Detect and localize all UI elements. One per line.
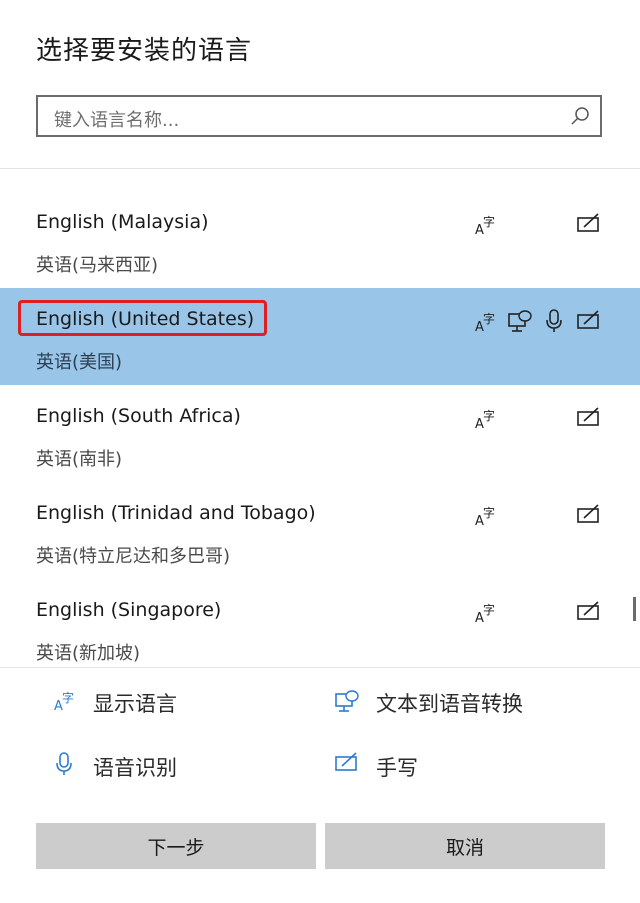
handwriting-icon — [577, 601, 599, 620]
text-to-speech-icon — [335, 690, 359, 712]
language-native-name: 英语(南非) — [36, 449, 123, 470]
display-language-icon: A 字 — [475, 214, 495, 238]
language-item-english-malaysia[interactable]: English (Malaysia) 英语(马来西亚) A 字 — [0, 191, 640, 288]
handwriting-icon — [577, 213, 599, 232]
language-name: English (Malaysia) — [36, 211, 209, 233]
handwriting-icon — [577, 310, 599, 329]
scrollbar-thumb[interactable] — [633, 597, 636, 621]
language-item-english-south-africa[interactable]: English (South Africa) 英语(南非) A 字 — [0, 385, 640, 482]
svg-text:字: 字 — [483, 505, 495, 520]
list-bottom-divider — [0, 667, 640, 668]
microphone-icon — [546, 309, 562, 332]
language-search-input[interactable]: 键入语言名称... — [36, 95, 602, 137]
svg-text:字: 字 — [483, 602, 495, 617]
language-native-name: 英语(美国) — [36, 352, 123, 373]
svg-text:字: 字 — [483, 311, 495, 326]
language-name: English (United States) — [36, 308, 255, 330]
legend-display-language: 显示语言 — [93, 692, 177, 716]
choose-language-dialog: 选择要安装的语言 键入语言名称... English (Malaysia) 英语… — [0, 0, 640, 903]
legend-text-to-speech: 文本到语音转换 — [376, 692, 523, 716]
svg-text:字: 字 — [483, 408, 495, 423]
language-native-name: 英语(新加坡) — [36, 643, 141, 664]
cancel-button[interactable]: 取消 — [325, 823, 605, 869]
text-to-speech-icon — [508, 310, 532, 332]
svg-text:字: 字 — [62, 690, 74, 705]
legend-handwriting: 手写 — [376, 756, 418, 780]
display-language-icon: A 字 — [475, 408, 495, 432]
search-icon[interactable] — [570, 106, 590, 126]
search-placeholder: 键入语言名称... — [54, 110, 180, 131]
language-item-english-trinidad-and-tobago[interactable]: English (Trinidad and Tobago) 英语(特立尼达和多巴… — [0, 482, 640, 579]
handwriting-icon — [335, 752, 357, 771]
display-language-icon: A 字 — [475, 311, 495, 335]
handwriting-icon — [577, 504, 599, 523]
language-item-english-united-states[interactable]: English (United States) 英语(美国) A 字 — [0, 288, 640, 385]
display-language-icon: A 字 — [475, 602, 495, 626]
next-button[interactable]: 下一步 — [36, 823, 316, 869]
display-language-icon: A 字 — [54, 690, 74, 714]
microphone-icon — [56, 752, 72, 775]
display-language-icon: A 字 — [475, 505, 495, 529]
language-name: English (Trinidad and Tobago) — [36, 502, 316, 524]
language-native-name: 英语(马来西亚) — [36, 255, 159, 276]
legend-speech-recognition: 语音识别 — [93, 756, 177, 780]
language-name: English (South Africa) — [36, 405, 241, 427]
language-native-name: 英语(特立尼达和多巴哥) — [36, 546, 231, 567]
svg-text:字: 字 — [483, 214, 495, 229]
language-list[interactable]: English (Malaysia) 英语(马来西亚) A 字 English … — [0, 169, 640, 667]
language-item-english-singapore[interactable]: English (Singapore) 英语(新加坡) A 字 — [0, 579, 640, 667]
language-name: English (Singapore) — [36, 599, 222, 621]
dialog-title: 选择要安装的语言 — [36, 36, 253, 66]
handwriting-icon — [577, 407, 599, 426]
